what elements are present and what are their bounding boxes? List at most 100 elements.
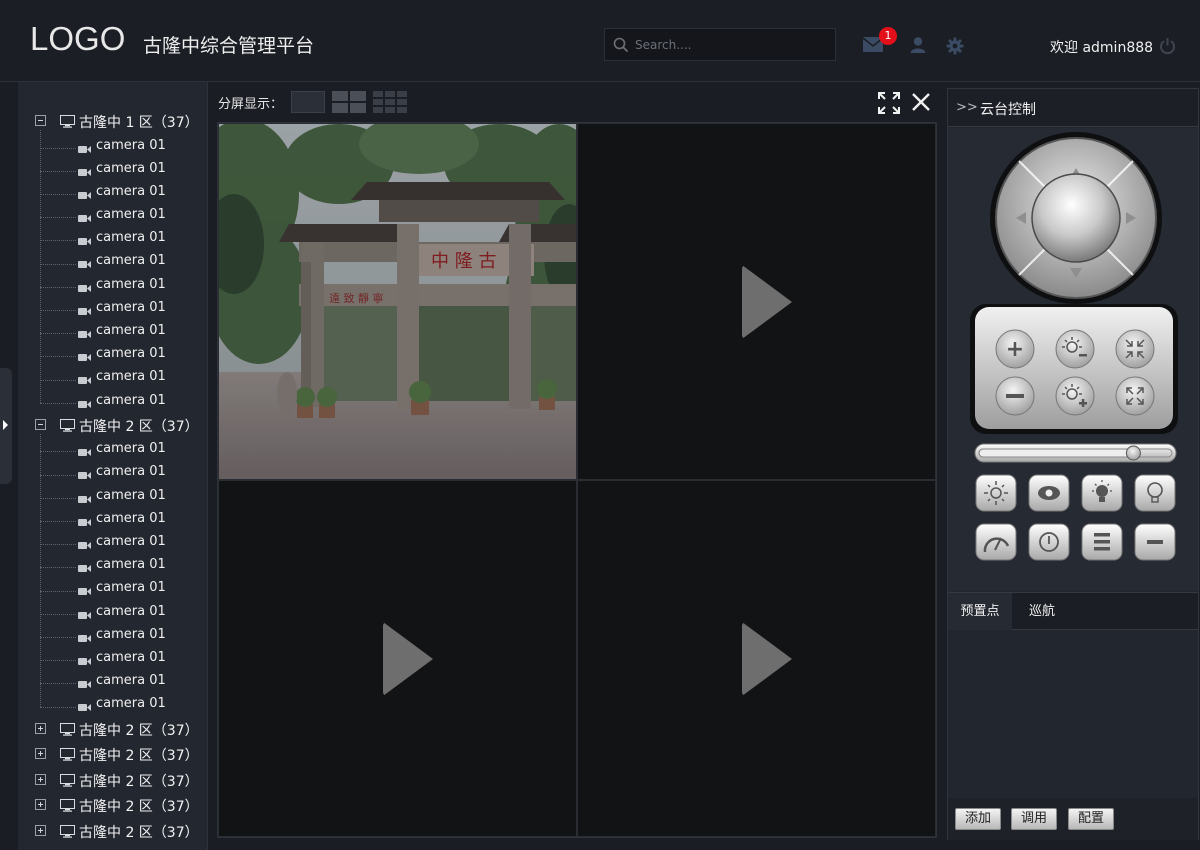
- fullscreen-icon[interactable]: [878, 92, 900, 114]
- search-box[interactable]: [604, 28, 836, 61]
- tree-group[interactable]: 古隆中 2 区（37）: [18, 718, 207, 744]
- zoom-out-button[interactable]: [995, 376, 1035, 416]
- camera-label: camera 01: [96, 276, 166, 292]
- tree-group[interactable]: 古隆中 1 区（37）: [18, 110, 207, 136]
- brightness-down-button[interactable]: [1055, 329, 1095, 369]
- minus-button[interactable]: [1134, 523, 1176, 561]
- tree-connector: [40, 637, 76, 638]
- light-off-button[interactable]: [1134, 474, 1176, 512]
- tree-group[interactable]: 古隆中 2 区（37）: [18, 743, 207, 769]
- monitor-icon: [60, 418, 75, 432]
- camera-label: camera 01: [96, 253, 166, 269]
- camera-label: camera 01: [96, 441, 166, 457]
- expand-icon[interactable]: [35, 773, 46, 785]
- wiper-button[interactable]: [975, 523, 1017, 561]
- camera-icon: [78, 400, 91, 408]
- zoom-in-button[interactable]: +: [995, 329, 1035, 369]
- camera-label: camera 01: [96, 464, 166, 480]
- camera-icon: [78, 518, 91, 526]
- camera-icon: [78, 495, 91, 503]
- sun-button[interactable]: [975, 474, 1017, 512]
- split-1-button[interactable]: [291, 91, 325, 113]
- search-input[interactable]: [635, 35, 825, 55]
- camera-icon: [78, 145, 91, 153]
- camera-icon: [78, 634, 91, 642]
- gauge-button[interactable]: [1028, 523, 1070, 561]
- double-chevron-icon[interactable]: >>: [956, 100, 978, 115]
- gear-icon[interactable]: [946, 37, 964, 55]
- expand-icon[interactable]: [35, 824, 46, 836]
- split-4-button[interactable]: [332, 91, 366, 113]
- video-cell-3[interactable]: [218, 480, 577, 837]
- camera-label: camera 01: [96, 230, 166, 246]
- tree-connector: [40, 683, 76, 685]
- close-icon[interactable]: [911, 92, 931, 112]
- monitor-icon: [60, 722, 75, 736]
- tree-connector: [40, 590, 76, 592]
- config-button[interactable]: 配置: [1068, 808, 1115, 830]
- play-icon[interactable]: [382, 621, 433, 696]
- menu-button[interactable]: [1081, 523, 1123, 561]
- tab-preset[interactable]: 预置点: [948, 593, 1012, 630]
- play-icon[interactable]: [741, 264, 792, 339]
- monitor-icon: [60, 748, 75, 761]
- sidebar-toggle-button[interactable]: [0, 368, 12, 484]
- camera-label: camera 01: [96, 696, 166, 712]
- tree-group[interactable]: 古隆中 2 区（37）: [18, 794, 207, 820]
- ptz-center-knob[interactable]: [1031, 173, 1121, 263]
- camera-icon: [78, 238, 91, 246]
- tree-group[interactable]: 古隆中 2 区（37）: [18, 769, 207, 795]
- tree-connector: [40, 333, 76, 335]
- tree-connector: [40, 193, 76, 195]
- camera-icon: [78, 168, 91, 176]
- preset-list: [948, 630, 1198, 798]
- tree-connector: [40, 706, 76, 708]
- device-tree-panel: 古隆中 1 区（37） camera 01 camera 01 camera 01 ca…: [18, 82, 208, 850]
- camera-label: camera 01: [96, 183, 166, 199]
- video-cell-4[interactable]: [577, 480, 936, 837]
- power-icon[interactable]: [1159, 37, 1176, 55]
- camera-icon: [78, 191, 91, 199]
- camera-icon: [78, 542, 91, 549]
- tree-group-label: 古隆中 2 区（37）: [79, 722, 199, 739]
- shrink-button[interactable]: [1115, 329, 1155, 369]
- video-cell-1[interactable]: 中 隆 古 遠 致 靜 寧: [218, 123, 577, 480]
- camera-icon: [78, 354, 91, 362]
- camera-label: camera 01: [96, 626, 166, 642]
- tree-connector: [40, 474, 76, 476]
- tree-group[interactable]: 古隆中 2 区（37）: [18, 414, 207, 440]
- user-icon[interactable]: [909, 36, 927, 54]
- light-on-button[interactable]: [1081, 474, 1123, 512]
- expand-icon[interactable]: [35, 722, 46, 734]
- tree-connector: [40, 147, 76, 149]
- camera-icon: [78, 331, 91, 338]
- add-button[interactable]: 添加: [955, 808, 1002, 830]
- expand-icon[interactable]: [35, 799, 46, 810]
- split-9-button[interactable]: [373, 91, 407, 113]
- camera-icon: [78, 284, 91, 292]
- logo: LOGO: [30, 20, 126, 57]
- ptz-panel: >> 云台控制 + 预置点 巡航 添加 调用 配置: [947, 88, 1199, 840]
- eye-button[interactable]: [1028, 474, 1070, 512]
- tab-cruise[interactable]: 巡航: [1012, 593, 1072, 630]
- brightness-up-button[interactable]: [1055, 376, 1095, 416]
- camera-label: camera 01: [96, 160, 166, 176]
- tree-connector: [40, 240, 76, 242]
- camera-label: camera 01: [96, 392, 166, 408]
- tree-group[interactable]: 古隆中 2 区（37）: [18, 820, 207, 846]
- speed-slider[interactable]: [974, 443, 1177, 463]
- expand-button[interactable]: [1115, 376, 1155, 416]
- app-title: 古隆中综合管理平台: [143, 35, 315, 57]
- call-button[interactable]: 调用: [1011, 808, 1058, 830]
- collapse-icon[interactable]: [35, 418, 46, 430]
- expand-icon[interactable]: [35, 748, 46, 759]
- camera-label: camera 01: [96, 510, 166, 526]
- play-icon[interactable]: [741, 621, 792, 696]
- collapse-icon[interactable]: [35, 115, 46, 126]
- tree-group-label: 古隆中 2 区（37）: [79, 418, 199, 435]
- tree-connector: [40, 613, 76, 615]
- video-cell-2[interactable]: [577, 123, 936, 480]
- camera-icon: [78, 377, 91, 385]
- slider-handle[interactable]: [1125, 445, 1141, 461]
- tree-group-label: 古隆中 2 区（37）: [79, 773, 199, 790]
